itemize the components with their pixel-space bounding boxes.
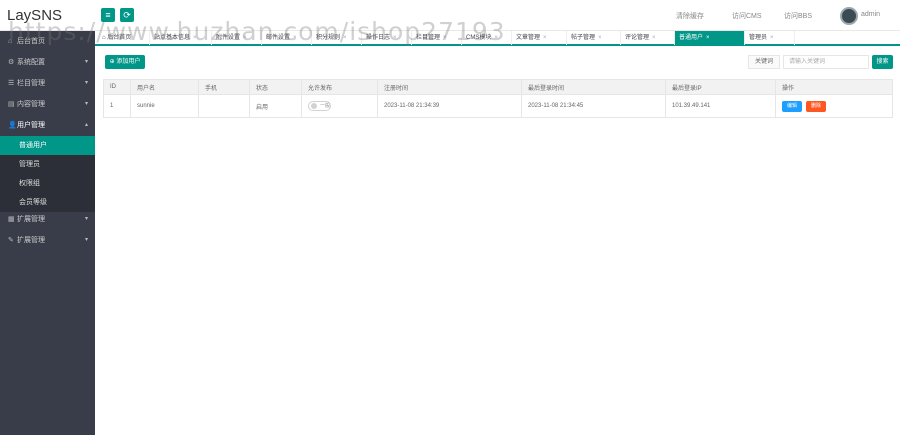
cell-username: sunnie [130,94,199,118]
visit-bbs-link[interactable]: 访问BBS [784,11,812,21]
table-header-row: ID 用户名 手机 状态 允许发布 注册时间 最后登录时间 最后登录IP 操作 [103,79,893,95]
edit-button[interactable]: 编辑 [782,100,802,112]
sidebar-item-columns[interactable]: ☰ 栏目管理 ▾ [0,73,95,94]
tab-articles[interactable]: 文章管理 × [512,31,567,45]
user-icon: 👤 [8,122,17,129]
sidebar-item-users[interactable]: 👤用户管理 ▴ [0,115,95,136]
users-table: ID 用户名 手机 状态 允许发布 注册时间 最后登录时间 最后登录IP 操作 … [103,79,893,118]
visit-cms-link[interactable]: 访问CMS [732,11,762,21]
wrench-icon: ✎ [8,237,14,244]
sidebar-item-label: 扩展管理 [17,237,45,244]
col-reg-time: 注册时间 [377,79,522,95]
sidebar: ⌂ 后台首页 ⚙ 系统配置 ▾ ☰ 栏目管理 ▾ ▤ 内容管理 ▾ 👤用户管理 ▴ 普通用户 管… [0,31,95,435]
cell-allow-post: 一般 [301,94,378,118]
col-username: 用户名 [130,79,199,95]
cell-last-login: 2023-11-08 21:34:45 [521,94,666,118]
tab-comments[interactable]: 评论管理 × [621,31,675,45]
allow-post-toggle[interactable]: 一般 [308,101,331,111]
col-allow-post: 允许发布 [301,79,378,95]
close-icon[interactable]: × [706,35,710,41]
chevron-down-icon: ▾ [84,216,88,222]
cell-last-ip: 101.39.49.141 [665,94,776,118]
search-input[interactable]: 请输入关键词 [783,55,869,69]
table-row: 1 sunnie 启用 一般 2023-11-08 21:34:39 2023-… [103,94,893,118]
sidebar-item-content[interactable]: ▤ 内容管理 ▾ [0,94,95,115]
col-phone: 手机 [198,79,250,95]
chevron-down-icon: ▾ [84,80,88,86]
tab-posts[interactable]: 帖子管理 × [567,31,621,45]
col-actions: 操作 [775,79,893,95]
sidebar-item-label: 内容管理 [17,101,45,108]
chevron-up-icon: ▴ [84,122,88,128]
chevron-down-icon: ▾ [84,101,88,107]
add-user-button[interactable]: ⊕ 添加用户 [105,55,145,69]
col-last-ip: 最后登录IP [665,79,776,95]
close-icon[interactable]: × [652,35,656,41]
col-last-login: 最后登录时间 [521,79,666,95]
tab-admins[interactable]: 管理员 × [745,31,795,45]
sidebar-item-extensions[interactable]: ▦ 扩展管理 ▾ [0,209,95,230]
content-icon: ▤ [8,101,15,108]
sidebar-item-label: 扩展管理 [17,216,45,223]
tab-normal-users[interactable]: 普通用户 × [675,31,745,45]
cell-phone [198,94,250,118]
cell-actions: 编辑 删除 [775,94,893,118]
tab-label: 评论管理 [625,35,650,41]
cell-reg-time: 2023-11-08 21:34:39 [377,94,522,118]
avatar[interactable] [840,7,858,25]
delete-button[interactable]: 删除 [806,100,826,112]
grid-icon: ▦ [8,216,15,223]
sidebar-item-system[interactable]: ⚙ 系统配置 ▾ [0,52,95,73]
sidebar-subitem-admins[interactable]: 管理员 [0,155,95,174]
keyword-label: 关键词 [748,55,780,69]
clear-cache-link[interactable]: 清除缓存 [676,11,704,21]
cell-id: 1 [103,94,131,118]
list-icon: ☰ [8,80,15,87]
watermark-text: https://www.huzhan.com/ishop27193 [8,17,506,46]
col-id: ID [103,79,131,95]
sidebar-item-label: 栏目管理 [17,80,45,87]
chevron-down-icon: ▾ [84,237,88,243]
sidebar-subitem-groups[interactable]: 权限组 [0,174,95,193]
chevron-down-icon: ▾ [84,59,88,65]
sidebar-item-label: 系统配置 [17,59,45,66]
sidebar-item-label: 用户管理 [17,122,45,129]
sidebar-item-plugins[interactable]: ✎ 扩展管理 ▾ [0,230,95,251]
tab-label: 管理员 [749,35,768,41]
sidebar-subitem-normal-users[interactable]: 普通用户 [0,136,95,155]
tab-label: 帖子管理 [571,35,596,41]
close-icon[interactable]: × [770,35,774,41]
cell-status: 启用 [249,94,302,118]
close-icon[interactable]: × [543,35,547,41]
search-button[interactable]: 搜索 [872,55,893,69]
tab-label: 文章管理 [516,35,541,41]
tab-label: 普通用户 [679,35,704,41]
gear-icon: ⚙ [8,59,15,66]
close-icon[interactable]: × [598,35,602,41]
col-status: 状态 [249,79,302,95]
user-name[interactable]: admin [861,11,880,18]
